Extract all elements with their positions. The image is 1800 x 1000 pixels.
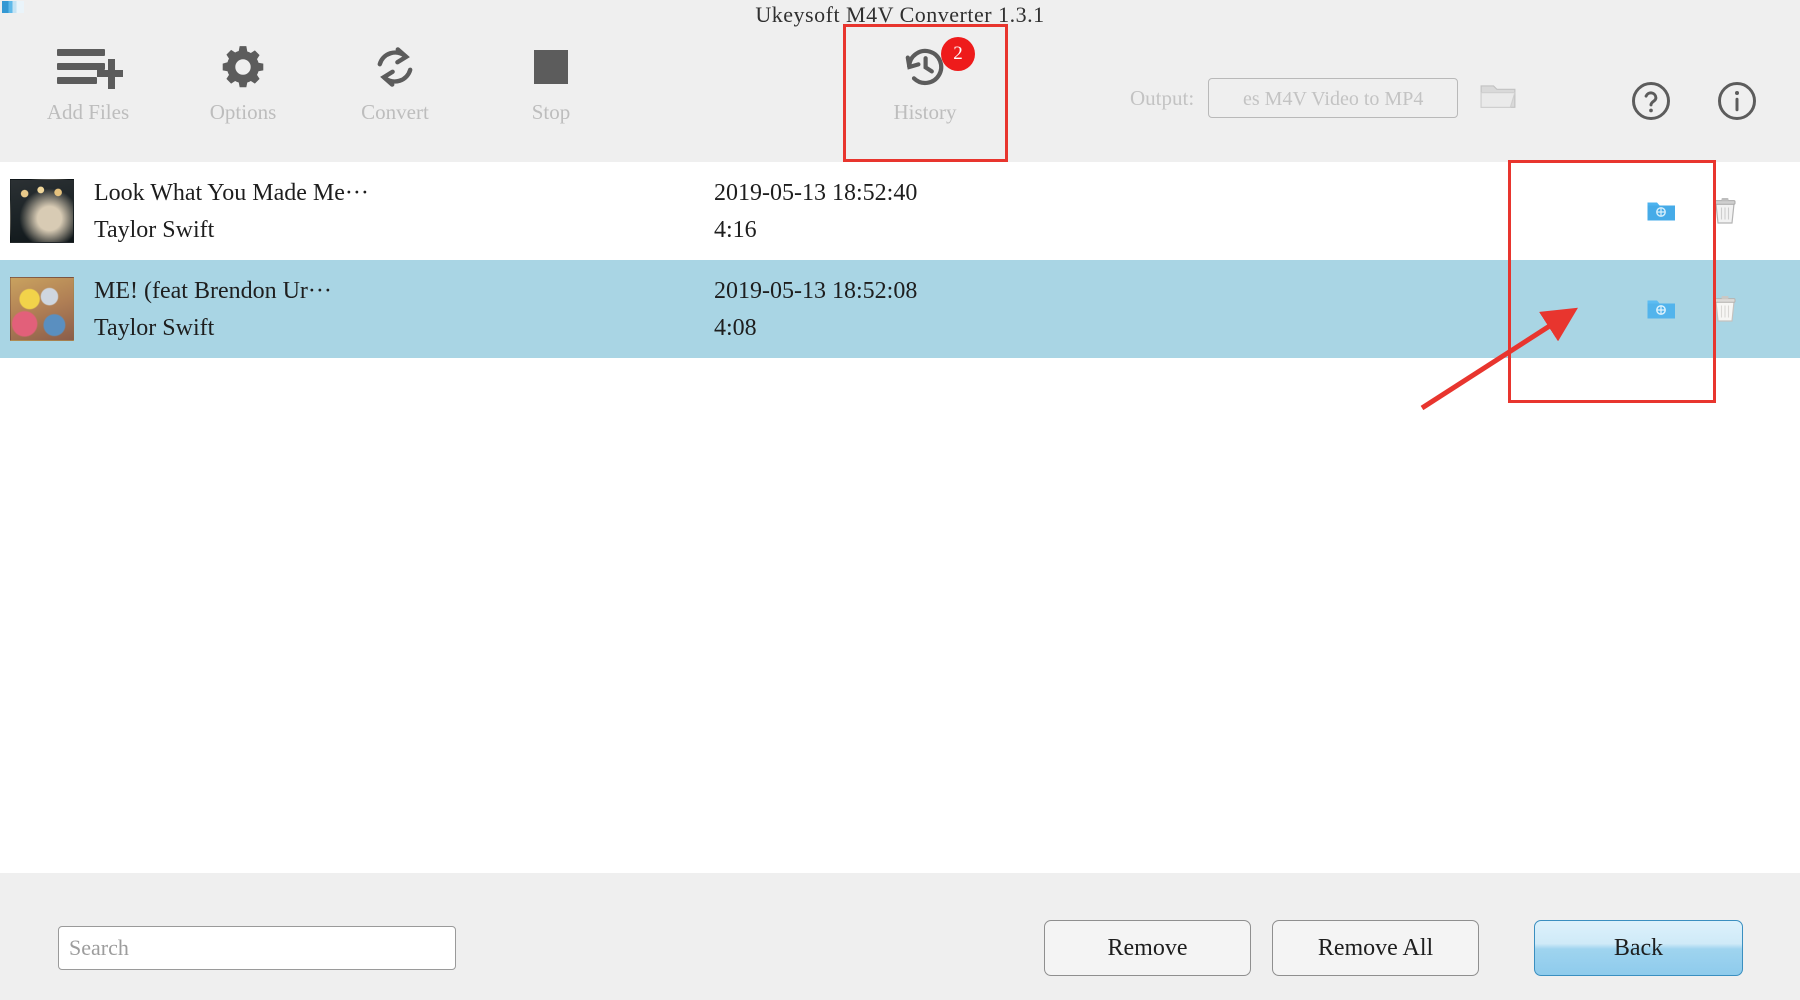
table-row[interactable]: ME! (feat Brendon Ur··· Taylor Swift 201… — [0, 260, 1800, 358]
gear-icon — [218, 36, 268, 98]
row-duration: 4:16 — [714, 217, 757, 243]
table-row[interactable]: Look What You Made Me··· Taylor Swift 20… — [0, 162, 1800, 260]
trash-icon[interactable] — [1710, 197, 1740, 225]
history-label: History — [893, 100, 957, 124]
stop-icon — [534, 36, 568, 98]
options-label: Options — [209, 100, 277, 124]
question-circle-icon[interactable] — [1630, 80, 1672, 127]
page-title: Ukeysoft M4V Converter 1.3.1 — [755, 2, 1045, 27]
history-badge: 2 — [941, 37, 975, 71]
folder-open-icon[interactable] — [1472, 81, 1516, 116]
help-group — [1630, 80, 1758, 127]
convert-button[interactable]: Convert — [320, 30, 470, 162]
history-list[interactable]: Look What You Made Me··· Taylor Swift 20… — [0, 162, 1800, 873]
open-folder-icon[interactable] — [1646, 197, 1676, 225]
row-title: ME! (feat Brendon Ur··· — [94, 278, 332, 304]
row-times: 2019-05-13 18:52:40 4:16 — [714, 174, 1134, 248]
add-files-label: Add Files — [46, 100, 130, 124]
open-folder-icon[interactable] — [1646, 295, 1676, 323]
trash-icon[interactable] — [1710, 295, 1740, 323]
output-label: Output: — [1130, 85, 1195, 110]
remove-button[interactable]: Remove — [1044, 920, 1251, 976]
row-actions — [1646, 260, 1740, 358]
row-meta: Look What You Made Me··· Taylor Swift — [94, 174, 714, 248]
row-actions — [1646, 162, 1740, 260]
info-circle-icon[interactable] — [1716, 80, 1758, 127]
remove-button-label: Remove — [1107, 934, 1188, 961]
album-art-thumbnail — [10, 179, 74, 243]
row-artist: Taylor Swift — [94, 315, 215, 341]
row-artist: Taylor Swift — [94, 217, 215, 243]
add-files-icon — [57, 36, 123, 98]
history-button[interactable]: 2 History — [850, 30, 1000, 162]
search-input[interactable] — [58, 926, 456, 970]
stop-button[interactable]: Stop — [476, 30, 626, 162]
app-window: Ukeysoft M4V Converter 1.3.1 Add Files O… — [0, 0, 1800, 1000]
album-art-thumbnail — [10, 277, 74, 341]
output-group: Output: es M4V Video to MP4 — [1130, 78, 1516, 118]
history-icon: 2 — [901, 36, 975, 98]
back-button[interactable]: Back — [1534, 920, 1743, 976]
row-meta: ME! (feat Brendon Ur··· Taylor Swift — [94, 272, 714, 346]
row-datetime: 2019-05-13 18:52:40 — [714, 180, 918, 206]
stop-label: Stop — [531, 100, 571, 124]
title-bar: Ukeysoft M4V Converter 1.3.1 — [0, 0, 1800, 30]
add-files-button[interactable]: Add Files — [13, 30, 163, 162]
row-datetime: 2019-05-13 18:52:08 — [714, 278, 918, 304]
options-button[interactable]: Options — [168, 30, 318, 162]
convert-icon — [371, 36, 419, 98]
toolbar: Add Files Options Convert Stop 2 History… — [0, 30, 1800, 163]
back-button-label: Back — [1613, 934, 1664, 961]
row-duration: 4:08 — [714, 315, 757, 341]
output-path-field[interactable]: es M4V Video to MP4 — [1208, 78, 1459, 118]
remove-all-button-label: Remove All — [1317, 934, 1434, 961]
row-title: Look What You Made Me··· — [94, 180, 369, 206]
remove-all-button[interactable]: Remove All — [1272, 920, 1479, 976]
app-logo-icon — [2, 1, 24, 13]
convert-label: Convert — [361, 100, 429, 124]
row-times: 2019-05-13 18:52:08 4:08 — [714, 272, 1134, 346]
